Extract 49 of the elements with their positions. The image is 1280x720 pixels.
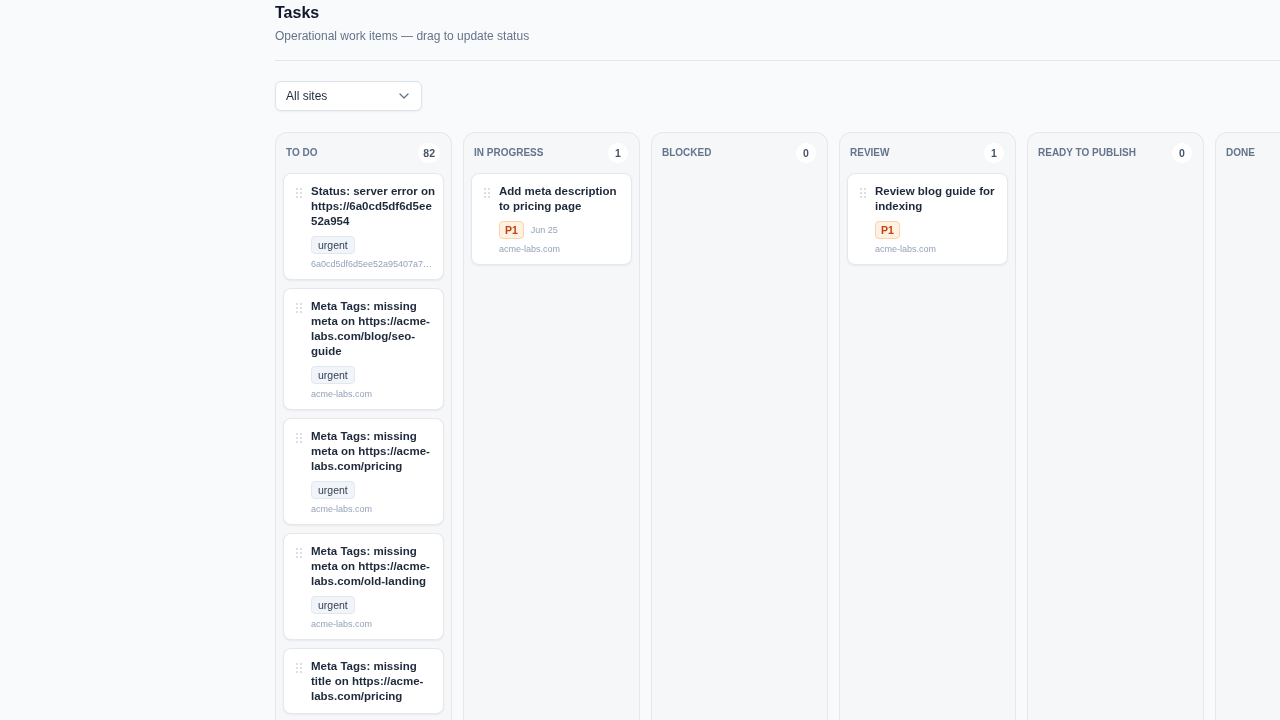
page-subtitle: Operational work items — drag to update status — [275, 28, 531, 44]
task-card[interactable]: Status: server error on https://6a0cd5df6d5ee52a954 urgent 6a0cd5df6d5ee52a95407a7… — [283, 173, 444, 280]
priority-badge: P1 — [499, 221, 524, 239]
task-card[interactable]: Meta Tags: missing meta on https://acme-labs.com/pricing urgent acme-labs.com — [283, 418, 444, 525]
task-title: Add meta description to pricing page — [499, 184, 618, 214]
site-filter-dropdown[interactable]: All sites — [275, 81, 422, 111]
task-card[interactable]: Add meta description to pricing page P1 Jun 25 acme-labs.com — [471, 173, 632, 265]
drag-handle-icon — [484, 188, 490, 198]
task-title: Meta Tags: missing meta on https://acme-labs.com/pricing — [311, 429, 431, 474]
column-title: DONE — [1226, 146, 1255, 160]
column-title: READY TO PUBLISH — [1038, 146, 1136, 160]
task-card[interactable]: Meta Tags: missing title on https://acme-labs.com/pricing — [283, 648, 444, 714]
site-label: acme-labs.com — [311, 618, 374, 630]
drag-handle-icon — [296, 303, 302, 313]
priority-badge: P1 — [875, 221, 900, 239]
count-badge: 82 — [418, 143, 440, 163]
due-date: Jun 25 — [530, 224, 558, 236]
count-badge: 0 — [796, 143, 816, 163]
site-label: acme-labs.com — [311, 503, 374, 515]
chevron-down-icon — [399, 93, 409, 99]
task-title: Meta Tags: missing meta on https://acme-labs.com/old-landing — [311, 544, 431, 589]
count-badge: 0 — [1172, 143, 1192, 163]
site-label: acme-labs.com — [499, 243, 562, 255]
task-title: Meta Tags: missing title on https://acme-labs.com/pricing — [311, 659, 425, 704]
tag-chip: urgent — [311, 481, 355, 499]
drag-handle-icon — [860, 188, 866, 198]
drag-handle-icon — [296, 663, 302, 673]
tag-chip: urgent — [311, 596, 355, 614]
site-label: 6a0cd5df6d5ee52a95407a7… — [311, 258, 434, 270]
site-label: acme-labs.com — [875, 243, 938, 255]
column-title: BLOCKED — [662, 146, 712, 160]
tag-chip: urgent — [311, 236, 355, 254]
column-title: REVIEW — [850, 146, 890, 160]
task-title: Status: server error on https://6a0cd5df6d5ee52a954 — [311, 184, 436, 229]
drag-handle-icon — [296, 548, 302, 558]
page-title: Tasks — [275, 3, 321, 23]
site-label: acme-labs.com — [311, 388, 374, 400]
task-title: Meta Tags: missing meta on https://acme-labs.com/blog/seo-guide — [311, 299, 431, 359]
task-card[interactable]: Review blog guide for indexing P1 acme-labs.com — [847, 173, 1008, 265]
drag-handle-icon — [296, 433, 302, 443]
task-card[interactable]: Meta Tags: missing meta on https://acme-labs.com/blog/seo-guide urgent acme-labs.com — [283, 288, 444, 410]
column-title: IN PROGRESS — [474, 146, 544, 160]
drag-handle-icon — [296, 188, 302, 198]
tag-chip: urgent — [311, 366, 355, 384]
column-title: TO DO — [286, 146, 318, 160]
task-title: Review blog guide for indexing — [875, 184, 996, 214]
task-card[interactable]: Meta Tags: missing meta on https://acme-labs.com/old-landing urgent acme-labs.com — [283, 533, 444, 640]
count-badge: 1 — [984, 143, 1004, 163]
count-badge: 1 — [608, 143, 628, 163]
